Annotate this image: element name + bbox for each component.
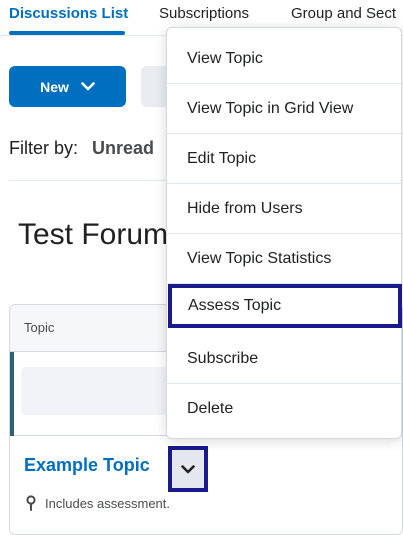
chevron-down-icon — [81, 82, 95, 91]
filter-unread-option[interactable]: Unread — [92, 138, 154, 158]
new-button[interactable]: New — [9, 66, 126, 107]
assessment-note: Includes assessment. — [26, 495, 170, 511]
menu-item-edit-topic[interactable]: Edit Topic — [167, 134, 401, 184]
tab-group-and-section[interactable]: Group and Sect — [291, 5, 396, 22]
menu-item-view-topic-grid[interactable]: View Topic in Grid View — [167, 84, 401, 134]
assessment-note-text: Includes assessment. — [45, 495, 171, 511]
topic-header-label: Topic — [24, 320, 55, 335]
row-accent-bar — [10, 352, 14, 436]
discussions-page: Discussions List Subscriptions Group and… — [0, 0, 403, 535]
topic-title-link[interactable]: Example Topic — [24, 455, 150, 476]
topic-context-menu: View Topic View Topic in Grid View Edit … — [166, 27, 402, 439]
menu-item-view-topic-statistics[interactable]: View Topic Statistics — [167, 234, 401, 284]
filter-label: Filter by: — [9, 138, 79, 158]
menu-item-hide-from-users[interactable]: Hide from Users — [167, 184, 401, 234]
filter-bar: Filter by: Unread — [9, 138, 154, 159]
active-tab-indicator — [9, 31, 125, 35]
menu-item-subscribe[interactable]: Subscribe — [167, 334, 401, 384]
pin-icon — [26, 495, 36, 511]
new-button-label: New — [40, 78, 69, 95]
menu-item-delete[interactable]: Delete — [167, 384, 401, 434]
tab-subscriptions[interactable]: Subscriptions — [159, 5, 249, 22]
menu-item-assess-topic[interactable]: Assess Topic — [168, 284, 402, 328]
row-placeholder — [21, 367, 171, 415]
forum-title: Test Forum — [18, 218, 169, 251]
tab-discussions-list[interactable]: Discussions List — [9, 5, 128, 22]
menu-item-view-topic[interactable]: View Topic — [167, 34, 401, 84]
topic-actions-button[interactable] — [168, 446, 208, 492]
chevron-down-icon — [181, 464, 195, 473]
